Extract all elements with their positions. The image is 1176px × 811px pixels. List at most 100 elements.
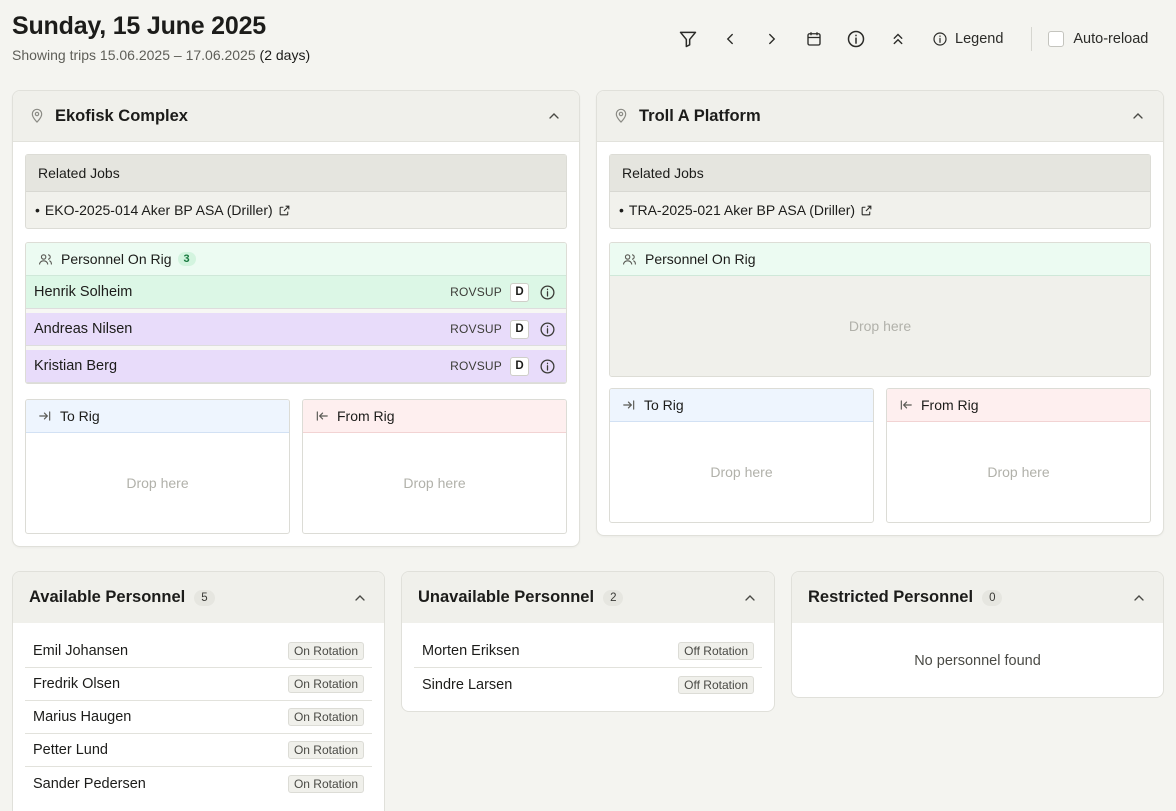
panel-title: Available Personnel [29,588,186,606]
auto-reload-checkbox[interactable] [1048,31,1065,47]
to-rig-header: To Rig [610,389,873,422]
to-rig-label: To Rig [60,408,100,424]
related-jobs-section: Related Jobs • EKO-2025-014 Aker BP ASA … [25,154,567,229]
info-button[interactable] [840,26,872,52]
info-icon[interactable] [539,284,556,301]
empty-state-text: No personnel found [914,652,1041,669]
chevron-left-icon [726,33,733,45]
personnel-on-rig-label: Personnel On Rig [645,251,756,267]
next-day-button[interactable] [756,26,788,52]
chevron-up-icon[interactable] [1131,590,1147,606]
panel-title: Unavailable Personnel [418,588,595,606]
related-job-link[interactable]: TRA-2025-021 Aker BP ASA (Driller) [629,202,855,218]
personnel-count-badge: 3 [177,252,196,266]
to-rig-dropzone[interactable]: To Rig Drop here [25,399,290,534]
restricted-personnel-header: Restricted Personnel 0 [792,572,1163,623]
toolbar: Legend Auto-reload [672,26,1148,52]
rig-card-header: Troll A Platform [597,91,1163,142]
related-job-link[interactable]: EKO-2025-014 Aker BP ASA (Driller) [45,202,273,218]
rotation-status-badge: On Rotation [287,774,364,793]
from-rig-dropzone[interactable]: From Rig Drop here [302,399,567,534]
chevron-up-icon [549,113,559,119]
person-name: Marius Haugen [33,709,132,725]
drop-here-placeholder: Drop here [710,464,773,480]
rotation-status-badge: Off Rotation [678,675,754,694]
person-role: ROVSUP [450,359,502,373]
list-item[interactable]: Sander Pedersen On Rotation [25,767,372,800]
count-badge: 0 [982,589,1003,606]
toolbar-divider [1031,27,1033,51]
date-range-subtitle: Showing trips 15.06.2025 – 17.06.2025 (2… [12,47,310,63]
personnel-on-rig-header: Personnel On Rig 3 [26,243,566,276]
auto-reload-toggle[interactable]: Auto-reload [1048,31,1148,47]
legend-button[interactable]: Legend [932,31,1003,47]
legend-label: Legend [955,31,1004,47]
collapse-rig-button[interactable] [1127,105,1149,127]
rotation-status-badge: On Rotation [287,642,364,660]
list-item[interactable]: Morten Eriksen Off Rotation [414,635,762,668]
chevron-up-icon[interactable] [742,590,758,606]
shift-badge: D [510,319,529,339]
filter-button[interactable] [672,26,704,52]
calendar-button[interactable] [798,26,830,52]
available-personnel-header: Available Personnel 5 [13,572,384,623]
users-icon [39,253,52,265]
personnel-on-rig-header: Personnel On Rig [610,243,1150,276]
from-rig-dropzone[interactable]: From Rig Drop here [886,388,1151,523]
previous-day-button[interactable] [714,26,746,52]
list-item[interactable]: Sindre Larsen Off Rotation [414,668,762,701]
rig-name: Troll A Platform [639,106,761,125]
available-personnel-list: Emil Johansen On Rotation Fredrik Olsen … [13,623,384,800]
person-role: ROVSUP [450,285,502,299]
info-icon [847,30,865,48]
related-jobs-header: Related Jobs [610,155,1150,192]
to-rig-dropzone[interactable]: To Rig Drop here [609,388,874,523]
rotation-status-badge: On Rotation [287,741,364,759]
external-link-icon[interactable] [278,204,291,217]
calendar-icon [807,32,821,46]
related-job-item: • EKO-2025-014 Aker BP ASA (Driller) [26,192,566,228]
personnel-row[interactable]: Kristian Berg ROVSUP D [26,350,566,383]
person-name: Fredrik Olsen [33,676,121,692]
related-job-item: • TRA-2025-021 Aker BP ASA (Driller) [610,192,1150,228]
arrow-left-from-line-icon [316,411,328,421]
drop-here-placeholder: Drop here [610,276,1150,376]
rig-card-header: Ekofisk Complex [13,91,579,142]
arrow-right-to-line-icon [623,400,635,410]
person-name: Henrik Solheim [34,284,133,300]
shift-badge: D [510,282,529,302]
arrow-right-to-line-icon [39,411,51,421]
list-item[interactable]: Fredrik Olsen On Rotation [25,668,372,701]
list-item[interactable]: Marius Haugen On Rotation [25,701,372,734]
personnel-on-rig-label: Personnel On Rig [61,251,172,267]
drop-here-placeholder: Drop here [126,475,189,491]
unavailable-personnel-list: Morten Eriksen Off Rotation Sindre Larse… [402,623,774,701]
personnel-on-rig-section[interactable]: Personnel On Rig Drop here [609,242,1151,377]
map-pin-icon [615,108,627,123]
date-range-text: Showing trips 15.06.2025 – 17.06.2025 [12,47,256,63]
auto-reload-label: Auto-reload [1073,31,1149,47]
unavailable-personnel-header: Unavailable Personnel 2 [402,572,774,623]
unavailable-personnel-panel: Unavailable Personnel 2 Morten Eriksen O… [401,571,775,712]
info-icon[interactable] [539,321,556,338]
external-link-icon[interactable] [860,204,873,217]
from-rig-label: From Rig [337,408,395,424]
related-jobs-section: Related Jobs • TRA-2025-021 Aker BP ASA … [609,154,1151,229]
list-item[interactable]: Emil Johansen On Rotation [25,635,372,668]
person-name: Sindre Larsen [422,676,513,693]
count-badge: 2 [603,589,624,606]
collapse-rig-button[interactable] [543,105,565,127]
chevron-up-icon[interactable] [352,590,368,606]
personnel-row[interactable]: Henrik Solheim ROVSUP D [26,276,566,309]
page-title: Sunday, 15 June 2025 [12,12,266,40]
personnel-on-rig-section: Personnel On Rig 3 Henrik Solheim ROVSUP… [25,242,567,384]
person-name: Morten Eriksen [422,643,520,659]
info-icon[interactable] [539,358,556,375]
collapse-all-button[interactable] [882,26,914,52]
list-item[interactable]: Petter Lund On Rotation [25,734,372,767]
to-rig-header: To Rig [26,400,289,433]
personnel-row[interactable]: Andreas Nilsen ROVSUP D [26,313,566,346]
rig-card-ekofisk: Ekofisk Complex Related Jobs • EKO-2025-… [12,90,580,547]
shift-badge: D [510,356,529,376]
person-name: Sander Pedersen [33,775,146,792]
